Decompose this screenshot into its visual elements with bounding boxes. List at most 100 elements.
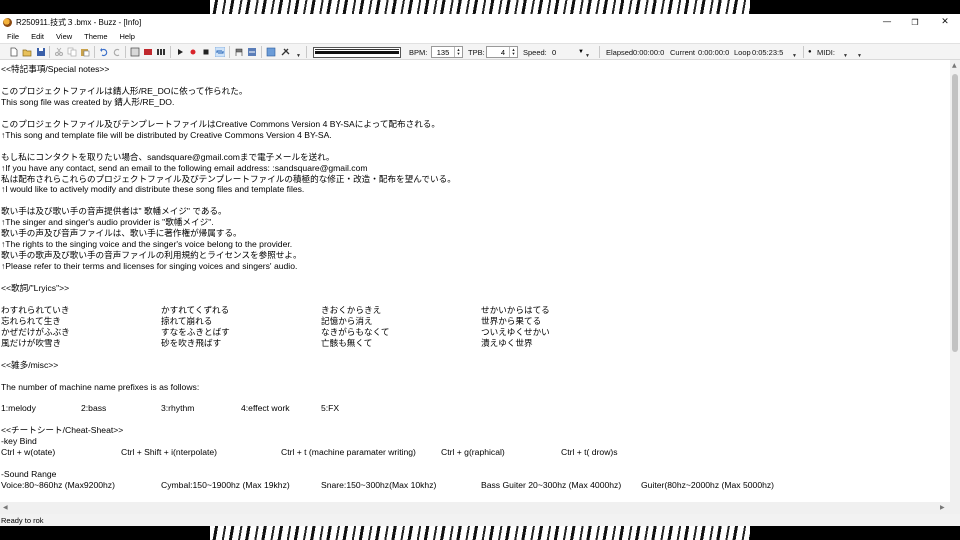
- toolbar-chevron-icon[interactable]: ▼: [792, 53, 797, 59]
- scroll-left-icon[interactable]: ◀: [3, 504, 8, 511]
- scroll-right-icon[interactable]: ▶: [940, 504, 945, 511]
- lyrics-cell: 忘れられて生き: [1, 315, 61, 326]
- info-line: このプロジェクトファイルは錆人形/RE_DOに依って作られた。: [1, 85, 248, 96]
- info-line: The number of machine name prefixes is a…: [1, 381, 200, 392]
- toolbar-separator: [306, 46, 307, 58]
- lyrics-cell: かすれてくずれる: [161, 304, 230, 315]
- info-line: 歌い手の声及び音声ファイルは、歌い手に著作権が帰属する。: [1, 228, 242, 239]
- sound-ranges-cell: Guiter(80hz~2000hz (Max 5000hz): [641, 480, 775, 491]
- minimize-icon: —: [882, 17, 892, 27]
- paste-icon[interactable]: [80, 47, 90, 57]
- midi-select-chevron-icon[interactable]: ▼: [843, 53, 848, 59]
- info-line: 私は配布されらこれらのプロジェクトファイル及びテンプレートファイルの積極的な修正…: [1, 173, 456, 184]
- lyrics-cell: 潰えゆく世界: [481, 337, 533, 348]
- prefixes-cell: 3:rhythm: [161, 403, 195, 414]
- undo-icon[interactable]: [99, 47, 109, 57]
- toolbar-separator: [49, 46, 50, 58]
- lyrics-cell: かぜだけがふぶき: [1, 326, 70, 337]
- tools-icon[interactable]: [281, 47, 291, 57]
- prefixes-cell: 5:FX: [321, 403, 340, 414]
- toolbar-chevron-icon[interactable]: ▼: [296, 53, 301, 59]
- toolbar-chevron-icon[interactable]: ▼: [585, 53, 590, 59]
- stepper-arrows-icon[interactable]: ▲ ▼: [454, 47, 462, 57]
- play-icon[interactable]: [175, 47, 185, 57]
- lyrics-cell: 記憶から消え: [321, 315, 373, 326]
- minimize-button[interactable]: —: [872, 14, 902, 30]
- lyrics-cell: 世界から果てる: [481, 315, 542, 326]
- stepper-arrows-icon[interactable]: ▲ ▼: [509, 47, 517, 57]
- menu-file[interactable]: File: [0, 32, 25, 41]
- info-line: ↑The rights to the singing voice and the…: [1, 239, 293, 250]
- toolbar-separator: [170, 46, 171, 58]
- bpm-value: 135: [436, 47, 450, 57]
- lyrics-cell: ついえゆくせかい: [481, 326, 550, 337]
- sound-ranges-cell: Cymbal:150~1900hz (Max 19khz): [161, 480, 290, 491]
- chevron-down-icon: ▼: [578, 49, 584, 55]
- machine-view-icon[interactable]: [130, 47, 140, 57]
- open-folder-icon[interactable]: [22, 47, 32, 57]
- info-view-icon[interactable]: [266, 47, 276, 57]
- menu-view[interactable]: View: [50, 32, 78, 41]
- vertical-scroll-thumb[interactable]: [952, 74, 958, 352]
- bpm-stepper[interactable]: 135 ▲ ▼: [431, 46, 463, 58]
- menu-bar: File Edit View Theme Help: [0, 30, 960, 43]
- save-icon[interactable]: [36, 47, 46, 57]
- keybinds-cell: Ctrl + Shift + i(nterpolate): [121, 447, 218, 458]
- toolbar-separator: [599, 46, 600, 58]
- lyrics-cell: 掠れて崩れる: [161, 315, 213, 326]
- lyrics-cell: なきがらもなくて: [321, 326, 390, 337]
- pattern-view-icon[interactable]: [143, 47, 153, 57]
- close-button[interactable]: ✕: [930, 14, 960, 30]
- speed-select[interactable]: 0 ▼: [552, 46, 584, 58]
- lyrics-cell: せかいからはてる: [481, 304, 550, 315]
- horizontal-scrollbar[interactable]: ◀ ▶: [0, 502, 960, 514]
- menu-help[interactable]: Help: [114, 32, 141, 41]
- prefixes-cell: 2:bass: [81, 403, 107, 414]
- loop-icon[interactable]: [215, 47, 225, 57]
- buzz-app-icon[interactable]: [3, 17, 12, 27]
- scroll-up-icon[interactable]: ▲: [952, 62, 957, 69]
- info-line: ↑This song and template file will be dis…: [1, 129, 332, 140]
- info-text-area[interactable]: <<特記事項/Special notes>> このプロジェクトファイルは錆人形/R…: [0, 60, 950, 502]
- info-line: ↑The singer and singer's audio provider …: [1, 217, 214, 228]
- copy-icon[interactable]: [67, 47, 77, 57]
- speed-value: 0: [552, 47, 557, 57]
- wavetable-icon[interactable]: [247, 47, 257, 57]
- midi-label: MIDI:: [817, 48, 835, 57]
- sequence-view-icon[interactable]: [156, 47, 166, 57]
- record-icon[interactable]: [188, 47, 198, 57]
- tpb-label: TPB:: [468, 48, 485, 57]
- new-file-icon[interactable]: [9, 47, 19, 57]
- keybinds-cell: Ctrl + g(raphical): [441, 447, 505, 458]
- lyrics-cell: 亡骸も無くて: [321, 337, 373, 348]
- info-line: <<特記事項/Special notes>>: [1, 64, 110, 74]
- menu-edit[interactable]: Edit: [25, 32, 50, 41]
- elapsed-value: 0:00:00:0: [633, 48, 665, 57]
- maximize-button[interactable]: ❐: [900, 14, 930, 30]
- current-value: 0:00:00:0: [698, 48, 730, 57]
- stop-icon[interactable]: [201, 47, 211, 57]
- tpb-stepper[interactable]: 4 ▲ ▼: [486, 46, 518, 58]
- menu-theme[interactable]: Theme: [78, 32, 113, 41]
- background-wallpaper-bottom: [0, 526, 960, 540]
- sound-ranges-cell: Voice:80~860hz (Max9200hz): [1, 480, 115, 491]
- status-bar: Ready to rok: [0, 514, 960, 526]
- lyrics-cell: 風だけが吹雪き: [1, 337, 62, 348]
- keybinds-cell: Ctrl + t (machine paramater writing): [281, 447, 416, 458]
- cut-icon[interactable]: [54, 47, 64, 57]
- chair-icon[interactable]: [234, 47, 244, 57]
- title-bar[interactable]: R250911.技式３.bmx - Buzz - [Info] — ❐ ✕: [0, 14, 960, 30]
- info-line: <<歌詞/"Lryics">>: [1, 283, 70, 293]
- toolbar-chevron-icon[interactable]: ▼: [857, 53, 862, 59]
- toolbar-separator: [94, 46, 95, 58]
- info-line: 歌い手の歌声及び歌い手の音声ファイルの利用規約とライセンスを参照せよ。: [1, 250, 302, 261]
- redo-icon[interactable]: [112, 47, 122, 57]
- master-volume-display[interactable]: [313, 47, 401, 58]
- vertical-scrollbar[interactable]: ▲: [950, 60, 960, 502]
- status-text: Ready to rok: [1, 515, 44, 525]
- info-line: 歌い手は及び歌い手の音声提供者は" 歌幡メイジ" である。: [1, 206, 227, 217]
- bpm-label: BPM:: [409, 48, 428, 57]
- sound-ranges-cell: Bass Guiter 20~300hz (Max 4000hz): [481, 480, 622, 491]
- toolbar-separator: [803, 46, 804, 58]
- loop-value: 0:05:23:5: [752, 48, 784, 57]
